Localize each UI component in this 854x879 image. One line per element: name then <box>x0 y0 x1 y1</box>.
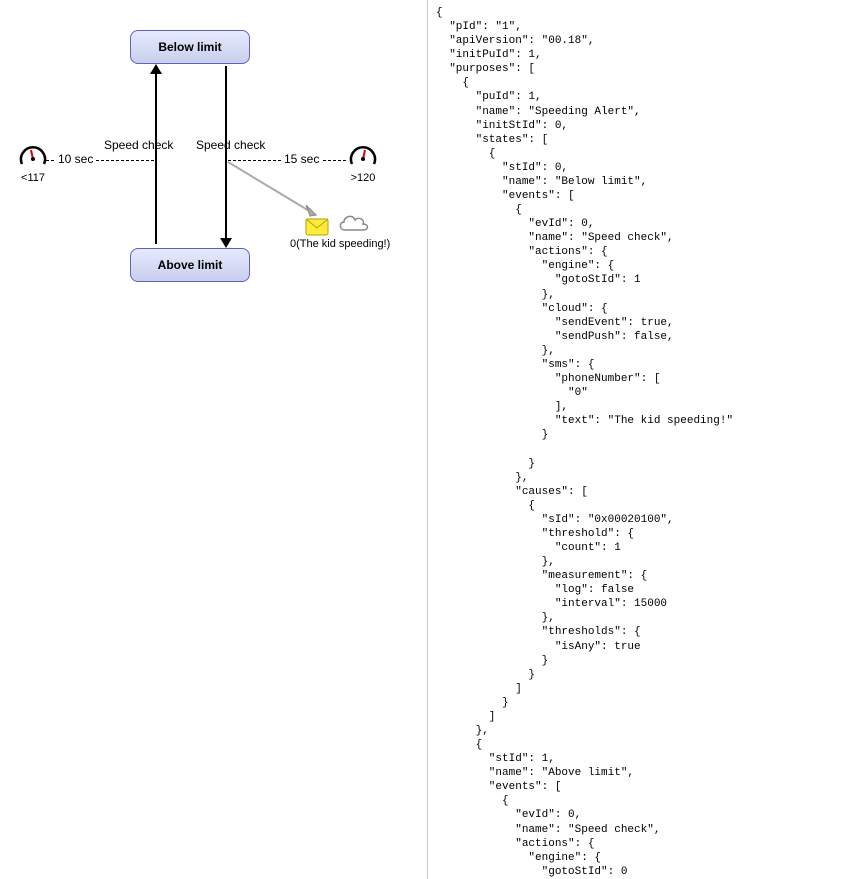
gauge-left-value: <117 <box>18 172 48 184</box>
state-above-label: Above limit <box>158 258 223 272</box>
time-left-label: 10 sec <box>56 152 95 166</box>
sms-icon <box>305 218 329 236</box>
json-code-text: { "pId": "1", "apiVersion": "00.18", "in… <box>436 7 733 879</box>
transition-left-label: Speed check <box>104 138 173 152</box>
gauge-right-icon <box>348 142 378 172</box>
sms-label: 0(The kid speeding!) <box>290 238 390 250</box>
json-code-panel[interactable]: { "pId": "1", "apiVersion": "00.18", "in… <box>427 0 854 879</box>
gauge-left-icon <box>18 142 48 172</box>
cloud-icon <box>335 208 371 236</box>
transition-right-label: Speed check <box>196 138 265 152</box>
arrow-down-head <box>220 238 232 248</box>
gauge-right-value: >120 <box>348 172 378 184</box>
state-below-label: Below limit <box>158 40 221 54</box>
diagram-panel: Below limit Above limit Speed check Spee… <box>0 0 427 879</box>
state-below-limit[interactable]: Below limit <box>130 30 250 64</box>
arrow-up-head <box>150 64 162 74</box>
transition-up-arrow <box>155 72 157 244</box>
state-above-limit[interactable]: Above limit <box>130 248 250 282</box>
